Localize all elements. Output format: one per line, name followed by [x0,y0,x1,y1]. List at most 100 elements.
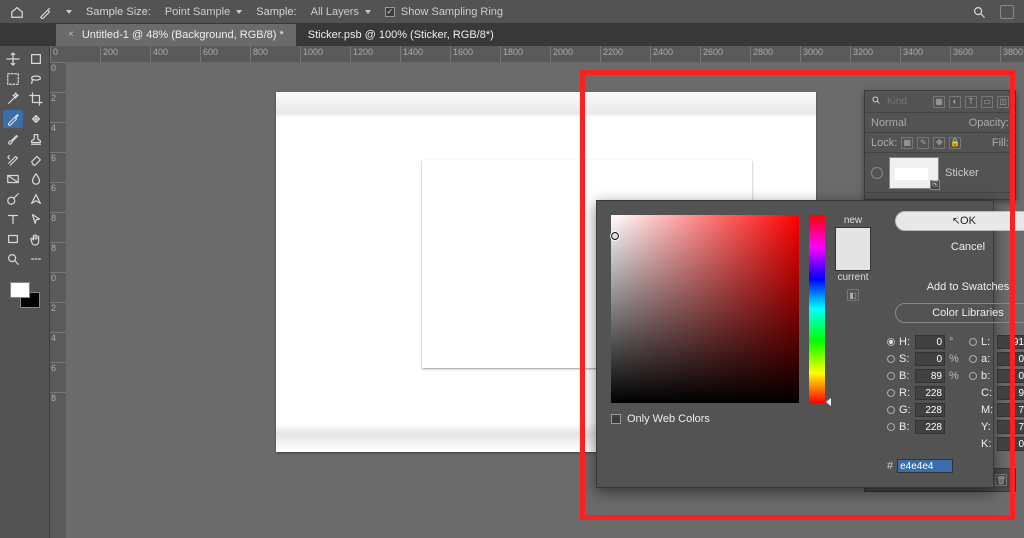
path-select-icon[interactable] [26,210,46,228]
color-a-field[interactable]: a: [969,352,1024,366]
layer-row[interactable]: ⎘ Sticker [865,153,1015,193]
hand-tool-icon[interactable] [26,230,46,248]
filter-smart-icon[interactable]: ◫ [997,96,1009,108]
hex-input[interactable] [897,459,953,473]
tab-untitled[interactable]: ×Untitled-1 @ 48% (Background, RGB/8) * [56,24,296,46]
wand-tool-icon[interactable] [3,90,23,108]
crop-tool-icon[interactable] [26,90,46,108]
show-sampling-ring-checkbox[interactable]: ✓Show Sampling Ring [385,6,503,18]
brush-tool-icon[interactable] [3,130,23,148]
search-icon[interactable] [972,5,986,19]
rectangle-tool-icon[interactable] [3,230,23,248]
color-bv-field[interactable]: B:% [887,369,959,383]
radio-icon[interactable] [887,372,895,380]
close-icon[interactable]: × [68,24,74,46]
current-color-label: current [837,272,868,283]
move-tool-icon[interactable] [3,50,23,68]
visibility-toggle-icon[interactable] [871,167,883,179]
pen-tool-icon[interactable] [26,190,46,208]
blend-mode-dropdown[interactable]: Normal [871,117,906,129]
color-m-field[interactable]: M:% [969,403,1024,417]
lock-all-icon[interactable]: 🔒 [949,137,961,149]
color-k-field[interactable]: K:% [969,437,1024,451]
radio-icon[interactable] [887,338,895,346]
radio-icon[interactable] [969,372,977,380]
opacity-label: Opacity: [969,117,1009,129]
zoom-tool-icon[interactable] [3,250,23,268]
color-h-field[interactable]: H:° [887,335,959,349]
lock-pixels-icon[interactable]: ▦ [901,137,913,149]
filter-pixel-icon[interactable]: ▦ [933,96,945,108]
edit-toolbar-icon[interactable] [26,250,46,268]
lasso-tool-icon[interactable] [26,70,46,88]
tool-preset-icon[interactable] [38,5,52,19]
marquee-tool-icon[interactable] [3,70,23,88]
document-tabs: ×Untitled-1 @ 48% (Background, RGB/8) * … [0,24,1024,46]
type-tool-icon[interactable] [3,210,23,228]
layers-panel: ▦ ◐ T ▭ ◫ NormalOpacity: Lock:▦✎✥🔒 Fill:… [864,90,1016,200]
horizontal-ruler: 0200400600800100012001400160018002000220… [50,46,1024,62]
layer-name[interactable]: Sticker [945,167,979,179]
color-c-field[interactable]: C:% [969,386,1024,400]
color-y-field[interactable]: Y:% [969,420,1024,434]
gradient-tool-icon[interactable] [3,170,23,188]
healing-tool-icon[interactable] [26,110,46,128]
sample-size-dropdown[interactable]: Point Sample [165,6,242,18]
new-color-label: new [844,215,862,226]
layer-thumbnail[interactable]: ⎘ [889,157,939,189]
sample-layers-dropdown[interactable]: All Layers [311,6,371,18]
color-values-grid: H:° L: S:% a: B:% b: R: C:% G: M:% B: Y:% K:% [887,335,1024,451]
smart-object-badge-icon: ⎘ [930,180,940,190]
color-field[interactable] [611,215,799,403]
app-options-bar: Sample Size: Point Sample Sample: All La… [0,0,1024,24]
eraser-tool-icon[interactable] [26,150,46,168]
add-to-swatches-button[interactable]: Add to Swatches [895,277,1024,297]
new-color-swatch [836,228,870,249]
filter-adjust-icon[interactable]: ◐ [949,96,961,108]
radio-icon[interactable] [887,355,895,363]
chevron-down-icon[interactable] [66,10,72,14]
color-bc-field[interactable]: B: [887,420,959,434]
hue-slider[interactable] [809,215,825,403]
vertical-ruler: 024668802468 [50,62,66,538]
cancel-button[interactable]: Cancel [895,237,1024,257]
search-icon [871,95,881,108]
artboard-tool-icon[interactable] [26,50,46,68]
home-icon[interactable] [10,5,24,19]
radio-icon[interactable] [887,423,895,431]
lock-position-icon[interactable]: ✥ [933,137,945,149]
color-swatches[interactable] [8,280,42,310]
blur-tool-icon[interactable] [26,170,46,188]
color-b-field[interactable]: b: [969,369,1024,383]
stamp-tool-icon[interactable] [26,130,46,148]
history-brush-icon[interactable] [3,150,23,168]
current-color-swatch [836,249,870,270]
tab-sticker[interactable]: Sticker.psb @ 100% (Sticker, RGB/8*) [296,24,506,46]
color-preview [835,227,871,271]
toolbox [0,46,50,538]
eyedropper-tool-icon[interactable] [3,110,23,128]
dodge-tool-icon[interactable] [3,190,23,208]
lock-brush-icon[interactable]: ✎ [917,137,929,149]
workspace-icon[interactable] [1000,5,1014,19]
color-g-field[interactable]: G: [887,403,959,417]
color-s-field[interactable]: S:% [887,352,959,366]
color-picker-dialog: new current ◧ Only Web Colors ↖OK Cancel… [596,200,994,488]
color-r-field[interactable]: R: [887,386,959,400]
color-field-cursor[interactable] [610,231,620,241]
ok-button[interactable]: ↖OK [895,211,1024,231]
web-colors-checkbox[interactable]: Only Web Colors [611,413,871,425]
gamut-warning-icon[interactable]: ◧ [847,289,859,301]
radio-icon[interactable] [969,355,977,363]
color-libraries-button[interactable]: Color Libraries [895,303,1024,323]
filter-type-icon[interactable]: T [965,96,977,108]
sample-size-label: Sample Size: [86,6,151,18]
radio-icon[interactable] [969,338,977,346]
hex-label: # [887,460,893,472]
radio-icon[interactable] [887,389,895,397]
fill-label: Fill: [992,137,1009,149]
layer-filter-input[interactable] [885,95,929,108]
color-l-field[interactable]: L: [969,335,1024,349]
radio-icon[interactable] [887,406,895,414]
filter-shape-icon[interactable]: ▭ [981,96,993,108]
